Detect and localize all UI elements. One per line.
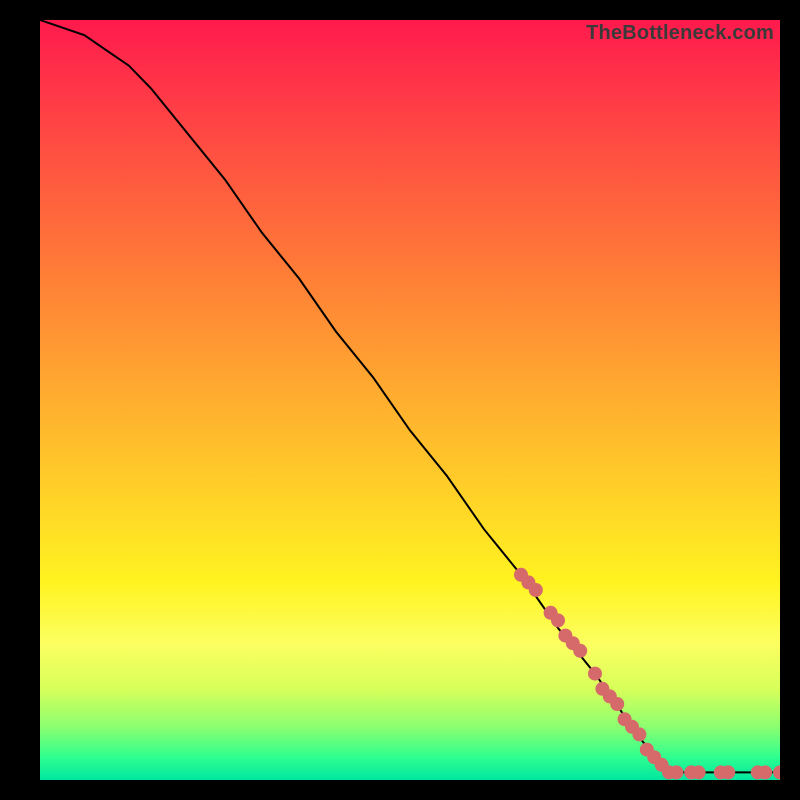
marker-point (632, 727, 646, 741)
plot-area: TheBottleneck.com (40, 20, 780, 780)
marker-point (610, 697, 624, 711)
marker-point (669, 765, 683, 779)
marker-point (692, 765, 706, 779)
marker-point (573, 644, 587, 658)
bottleneck-curve (40, 20, 780, 772)
marker-point (758, 765, 772, 779)
chart-stage: TheBottleneck.com (0, 0, 800, 800)
marker-point (551, 613, 565, 627)
marker-point (529, 583, 543, 597)
marker-point (773, 765, 780, 779)
marker-point (588, 667, 602, 681)
chart-svg (40, 20, 780, 780)
marker-point (721, 765, 735, 779)
marker-group (514, 568, 780, 780)
